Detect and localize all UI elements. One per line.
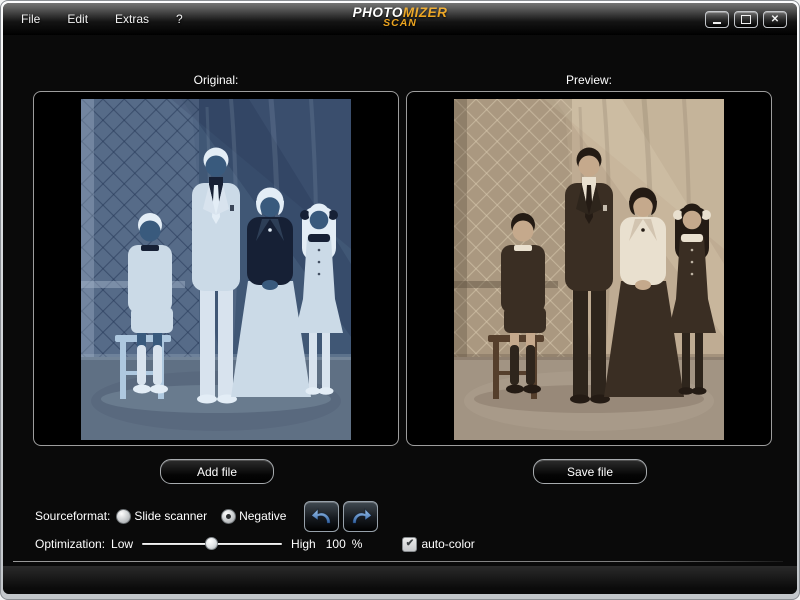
save-file-button[interactable]: Save file: [533, 459, 647, 484]
menu-help[interactable]: ?: [176, 12, 183, 26]
optimization-unit: %: [352, 537, 363, 551]
original-image-negative: [81, 99, 351, 440]
sourceformat-row: Sourceformat: Slide scanner Negative: [35, 501, 378, 531]
maximize-icon: [741, 15, 751, 24]
title-bar: File Edit Extras ? PHOTOMIZER SCAN ✕: [3, 3, 797, 35]
original-label: Original:: [33, 73, 399, 87]
sourceformat-label: Sourceformat:: [35, 509, 110, 523]
radio-slide-scanner-label[interactable]: Slide scanner: [134, 509, 207, 523]
maximize-button[interactable]: [734, 11, 758, 28]
slider-low-label: Low: [111, 537, 133, 551]
app-logo: PHOTOMIZER SCAN: [353, 7, 448, 29]
preview-image-positive: [454, 99, 724, 440]
optimization-value: 100: [326, 537, 346, 551]
minimize-button[interactable]: [705, 11, 729, 28]
optimization-row: Optimization: Low High 100 % ✔ auto-colo…: [35, 534, 475, 554]
original-panel: [33, 91, 399, 446]
add-file-button[interactable]: Add file: [160, 459, 274, 484]
menu-edit[interactable]: Edit: [67, 12, 88, 26]
autocolor-label[interactable]: auto-color: [421, 537, 474, 551]
window-controls: ✕: [705, 11, 787, 28]
client-area: File Edit Extras ? PHOTOMIZER SCAN ✕ Ori…: [3, 3, 797, 594]
optimization-slider[interactable]: [142, 537, 282, 551]
radio-negative-label[interactable]: Negative: [239, 509, 286, 523]
preview-panel: [406, 91, 772, 446]
autocolor-checkbox[interactable]: ✔: [402, 537, 417, 552]
bottom-separator: [13, 561, 783, 562]
check-icon: ✔: [406, 539, 414, 549]
radio-slide-scanner[interactable]: [116, 509, 131, 524]
rotate-left-button[interactable]: [304, 501, 339, 532]
status-strip: [3, 566, 797, 594]
rotate-right-icon: [349, 506, 373, 526]
close-button[interactable]: ✕: [763, 11, 787, 28]
optimization-label: Optimization:: [35, 537, 105, 551]
slider-high-label: High: [291, 537, 316, 551]
rotate-right-button[interactable]: [343, 501, 378, 532]
slider-thumb[interactable]: [205, 537, 218, 550]
menu-file[interactable]: File: [21, 12, 40, 26]
rotate-left-icon: [310, 506, 334, 526]
preview-label: Preview:: [406, 73, 772, 87]
menu-bar: File Edit Extras ?: [21, 3, 183, 35]
radio-negative[interactable]: [221, 509, 236, 524]
window-frame: File Edit Extras ? PHOTOMIZER SCAN ✕ Ori…: [0, 0, 800, 600]
close-icon: ✕: [771, 15, 779, 25]
menu-extras[interactable]: Extras: [115, 12, 149, 26]
minimize-icon: [713, 22, 721, 24]
